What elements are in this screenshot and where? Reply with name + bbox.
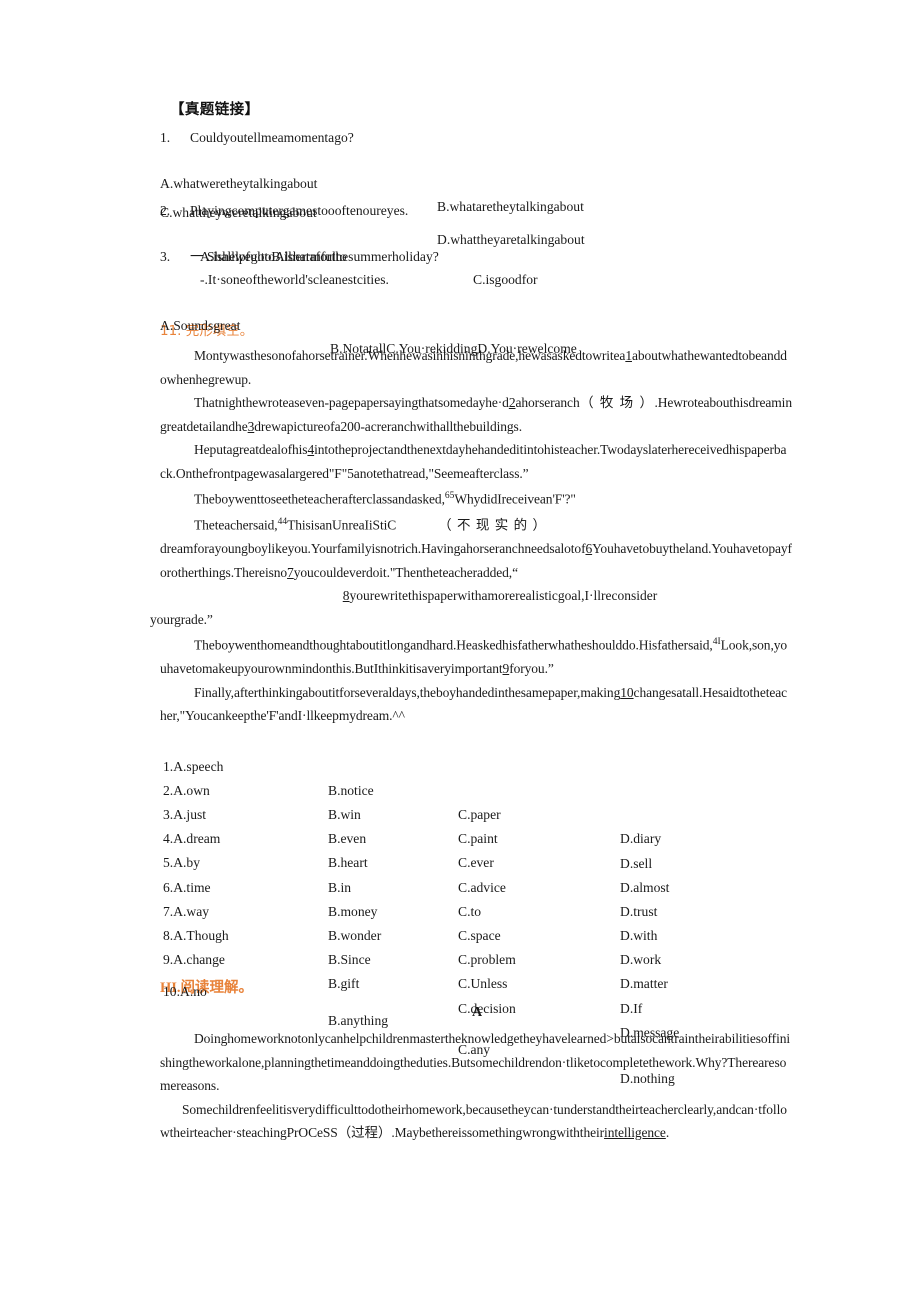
cloze-p2-tail: drewapictureofa200-acreranchwithallthebu… [254,418,522,434]
question-3-option-bcd[interactable]: B.NotatallC.You·rekiddingD.You·rewelcome [330,337,577,360]
cloze-p6-superscript: 4I [712,637,721,647]
cloze-option-10-c[interactable]: C.any [458,1035,490,1064]
cloze-p4-text: Theboywenttoseetheteacherafterclassandas… [194,491,445,507]
cloze-paragraph-3: Heputagreatdealofhis4intotheprojectandth… [160,438,792,485]
cloze-p7-prefix: Finally,afterthinkingaboutitforseveralda… [194,684,621,700]
question-1: 1. Couldyoutellmeamomentago? A.whatwereth… [160,126,792,247]
cloze-p5-centered-text: yourewritethispaperwithamorerealisticgoa… [349,588,658,603]
question-1-options-line-1: A.whatweretheytalkingabout B.whatarethey… [160,149,792,214]
question-2-option-ab[interactable]: A.ishelpfultoB.isharmfulto [200,245,347,268]
cloze-option-row-3: 3.A.just B.even C.ever D.almost [160,779,792,895]
cloze-paragraph-7: Finally,afterthinkingaboutitforseveralda… [160,681,792,728]
cloze-option-10-d[interactable]: D.nothing [620,1064,675,1093]
cloze-p4-superscript: 65 [444,491,455,501]
question-1-number: 1. [160,130,171,145]
cloze-option-row-4: 4.A.dream B.heart C.advice D.trust [160,803,792,919]
question-2-options-line-1: A.ishelpfultoB.isharmfulto C.isgoodfor [160,222,792,287]
cloze-p6-prefix: Theboywenthomeandthoughtaboutitlongandha… [194,637,713,653]
cloze-option-10-a[interactable]: 10.A.no [163,977,207,1006]
cloze-paragraph-5-line-2: dreamforayoungboylikeyou.Yourfamilyisnot… [160,537,792,584]
question-1-stem: Couldyoutellmeamomentago? [190,130,354,145]
section-heading-zhenti: 【真题链接】 [170,102,260,118]
cloze-p4-tail: WhydidIreceivean'F'?" [454,491,576,507]
cloze-blank-7[interactable]: 7 [287,565,294,580]
cloze-paragraph-5-line-3: 8yourewritethispaperwithamorerealisticgo… [160,584,792,608]
cloze-options-grid: 1.A.speech B.notice C.paper D.diary 2.A.… [160,731,792,1086]
document-body: 【真题链接】 1. Couldyoutellmeamomentago? A.wha… [150,100,792,1146]
question-3-options-line-1: A.Soundsgreat B.NotatallC.You·rekiddingD… [160,291,792,356]
cloze-option-10-b[interactable]: B.anything [328,1006,388,1035]
cloze-option-row-9: 9.A.change B.gift C.decision D.message [160,924,792,1040]
reading-paragraph-2: Somechildrenfeelitisverydifficulttodothe… [160,1098,792,1146]
cloze-p5-cont-3: youcouldeverdoit."Thentheteacheradded,“ [293,564,518,580]
cloze-p2-gloss-ranch: （ 牧 场 ） [579,395,655,410]
cloze-option-row-6: 6.A.time B.money C.space D.work [160,851,792,968]
question-2-option-c[interactable]: C.isgoodfor [473,268,538,291]
cloze-p2-prefix: Thatnighthewroteaseven-pagepapersayingth… [194,395,509,410]
reading-p2-underlined-word: intelligence [604,1125,666,1141]
cloze-p5-superscript: 44 [277,517,288,527]
reading-p2-part-2: .Maybethereissomethingwrongwiththeir [391,1125,605,1141]
cloze-p3-prefix: Heputagreatdealofhis [194,442,308,457]
section-zhenti-lianjie: 【真题链接】 1. Couldyoutellmeamomentago? A.wha… [160,100,792,356]
document-page: 【真题链接】 1. Couldyoutellmeamomentago? A.wha… [0,0,920,1301]
section-cloze: 11. 完形填空。 Montywasthesonofahorsetrainer.… [150,320,792,1086]
cloze-paragraph-4: Theboywenttoseetheteacherafterclassandas… [160,485,792,511]
cloze-blank-10[interactable]: 10 [620,685,633,700]
cloze-option-row-10: 10.A.no B.anything C.any D.nothing [160,948,792,1086]
cloze-option-row-1: 1.A.speech B.notice C.paper D.diary [160,731,792,847]
cloze-blank-5[interactable]: 5 [347,466,354,481]
cloze-paragraph-2: Thatnighthewroteaseven-pagepapersayingth… [160,391,792,438]
cloze-p5-gloss-unrealistic: （ 不 现 实 的 ） [438,517,548,533]
cloze-p2-mid: ahorseranch [515,395,580,410]
cloze-p5-prefix: Theteachersaid, [194,517,278,533]
cloze-blank-1[interactable]: 1 [625,348,632,363]
cloze-paragraph-5-line-4: yourgrade.” [150,611,213,627]
cloze-option-8-d[interactable]: D.If [620,997,642,1021]
cloze-p5-cont-1: dreamforayoungboylikeyou.Yourfamilyisnot… [160,541,586,556]
question-1-stem-line: 1. Couldyoutellmeamomentago? [160,126,792,149]
cloze-option-9-d[interactable]: D.message [620,1021,679,1045]
cloze-paragraph-6: Theboywenthomeandthoughtaboutitlongandha… [160,631,792,681]
question-3-option-a[interactable]: A.Soundsgreat [160,314,240,337]
question-1-options-line-2: C.whattheyweretalkingabout D.whattheyare… [160,172,792,247]
cloze-p5-mid: ThisisanUnreaIiStiC [287,517,397,533]
cloze-p3-tail: anotethatread,"Seemeafterclass.” [353,465,529,481]
cloze-option-row-2: 2.A.own B.win C.paint D.sell [160,755,792,871]
cloze-option-row-7: 7.A.way B.wonder C.problem D.matter [160,876,792,992]
cloze-paragraph-5-line-1: Theteachersaid,44ThisisanUnreaIiStiC （ 不 … [160,511,792,537]
cloze-p6-tail: foryou.” [509,661,554,676]
cloze-option-row-8: 8.A.Though B.Since C.Unless D.If [160,900,792,1016]
cloze-option-row-5: 5.A.by B.in C.to D.with [160,827,792,943]
reading-p2-end: . [665,1125,670,1141]
cloze-option-9-c[interactable]: C.decision [458,997,516,1021]
reading-p2-gloss-process: （过程） [337,1125,392,1142]
